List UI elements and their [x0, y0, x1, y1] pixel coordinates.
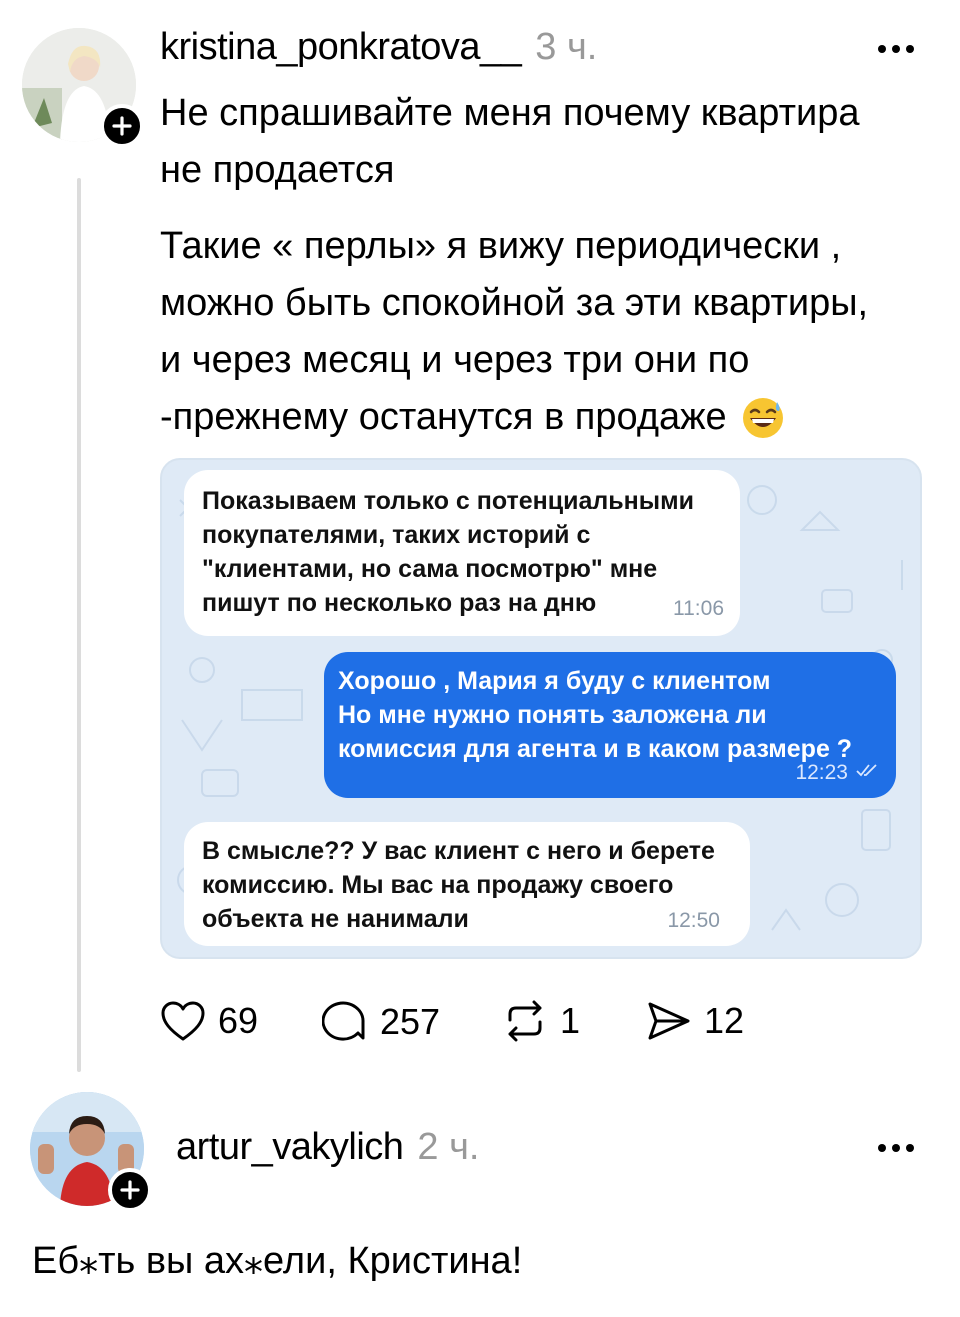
- message-line: покупателями, таких историй с: [202, 521, 591, 549]
- message-line: В смысле?? У вас клиент с него и берете: [202, 837, 715, 865]
- post-text-line: Не спрашивайте меня почему квартира: [160, 92, 860, 134]
- repost-button[interactable]: 1: [502, 1000, 580, 1042]
- plus-icon: [112, 116, 132, 136]
- message-line: Но мне нужно понять заложена ли: [338, 701, 767, 729]
- reply-more-options-button[interactable]: [878, 1144, 914, 1152]
- more-options-button[interactable]: [878, 45, 914, 53]
- send-icon: [648, 1002, 690, 1040]
- like-count: 69: [218, 1000, 259, 1041]
- post-text-line: Такие « перлы» я вижу периодически ,: [160, 225, 842, 267]
- post-text-line: -прежнему останутся в продаже: [160, 396, 727, 438]
- post-text-line: и через месяц и через три они по: [160, 339, 750, 381]
- message-time: 12:23: [795, 761, 848, 784]
- heart-icon: [161, 1001, 205, 1041]
- comment-bubble-icon: [322, 1001, 365, 1041]
- author-username[interactable]: kristina_ponkratova__: [160, 26, 522, 69]
- grinning-sweat-emoji-icon: [741, 396, 785, 440]
- share-button[interactable]: 12: [646, 1000, 744, 1042]
- post-text: Не спрашивайте меня почему квартира не п…: [160, 85, 860, 199]
- post-header: kristina_ponkratova__ 3 ч.: [160, 26, 597, 69]
- message-line: "клиентами, но сама посмотрю" мне: [202, 555, 658, 583]
- message-line: пишут по несколько раз на дню: [202, 589, 597, 617]
- chat-message-outgoing: Хорошо , Мария я буду с клиентом Но мне …: [324, 652, 896, 798]
- thread-line: [77, 178, 81, 1072]
- post-text-line: не продается: [160, 149, 395, 191]
- share-count: 12: [704, 1000, 745, 1041]
- plus-icon: [120, 1180, 140, 1200]
- chat-message-incoming: Показываем только с потенциальными покуп…: [184, 470, 740, 636]
- message-line: комиссию. Мы вас на продажу своего: [202, 871, 674, 899]
- post-time: 3 ч.: [535, 26, 598, 68]
- reply-time: 2 ч.: [417, 1126, 480, 1168]
- like-button[interactable]: 69: [160, 1000, 258, 1042]
- reply-header: artur_vakylich 2 ч.: [176, 1126, 479, 1169]
- follow-button[interactable]: [100, 104, 144, 148]
- repost-count: 1: [560, 1000, 581, 1041]
- message-line: объекта не нанимали: [202, 905, 469, 933]
- attached-image[interactable]: Показываем только с потенциальными покуп…: [160, 458, 922, 959]
- repost-icon: [508, 1000, 542, 1042]
- reply-username[interactable]: artur_vakylich: [176, 1126, 404, 1169]
- comment-button[interactable]: 257: [322, 1000, 440, 1044]
- message-line: Показываем только с потенциальными: [202, 487, 694, 515]
- comment-count: 257: [380, 1001, 441, 1042]
- message-line: Хорошо , Мария я буду с клиентом: [338, 667, 771, 695]
- message-time: 11:06: [673, 597, 724, 620]
- reply-text: Еб⁎ть вы ах⁎ели, Кристина!: [32, 1240, 523, 1282]
- reply-follow-button[interactable]: [108, 1168, 152, 1212]
- post-text-paragraph: Такие « перлы» я вижу периодически , мож…: [160, 218, 868, 446]
- message-time: 12:50: [667, 909, 720, 932]
- post-text-line: можно быть спокойной за эти квартиры,: [160, 282, 869, 324]
- double-check-icon: [856, 752, 878, 786]
- chat-message-incoming: В смысле?? У вас клиент с него и берете …: [184, 822, 750, 946]
